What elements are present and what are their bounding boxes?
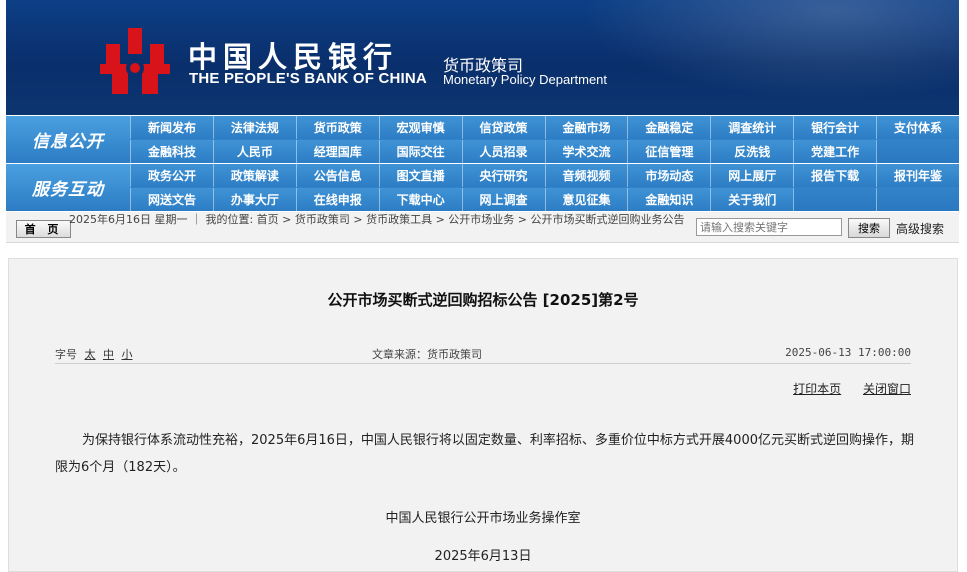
nav-item[interactable]: 意见征集: [544, 188, 628, 211]
pboc-emblem-icon: [100, 28, 170, 94]
nav-empty-cell: [876, 188, 959, 211]
article-title: 公开市场买断式逆回购招标公告 [2025]第2号: [327, 291, 639, 309]
nav-item[interactable]: 办事大厅: [212, 188, 296, 211]
font-size-controls: 字号 太 中 小: [55, 346, 133, 362]
nav-item[interactable]: 宏观审慎: [378, 116, 462, 139]
nav-item[interactable]: 货币政策: [295, 116, 379, 139]
nav-item[interactable]: 网上调查: [461, 188, 545, 211]
nav-item[interactable]: 反洗钱: [710, 140, 794, 163]
nav-item[interactable]: 政策解读: [212, 164, 296, 187]
nav-item[interactable]: 音频视频: [544, 164, 628, 187]
breadcrumb-bar: 首 页 2025年6月16日 星期一 ｜ 我的位置: 首页 > 货币政策司 > …: [6, 212, 959, 243]
nav-item[interactable]: 市场动态: [627, 164, 711, 187]
breadcrumb[interactable]: 2025年6月16日 星期一 ｜ 我的位置: 首页 > 货币政策司 > 货币政策…: [69, 213, 694, 227]
nav-item[interactable]: 公告信息: [295, 164, 379, 187]
nav-item[interactable]: 支付体系: [876, 116, 959, 139]
article-signature: 中国人民银行公开市场业务操作室: [385, 511, 581, 526]
nav-item[interactable]: 新闻发布: [130, 116, 213, 139]
article-tools: 打印本页 关闭窗口: [775, 380, 911, 397]
close-window-link[interactable]: 关闭窗口: [863, 382, 911, 396]
nav-item[interactable]: 下载中心: [378, 188, 462, 211]
nav-item[interactable]: 图文直播: [378, 164, 462, 187]
nav-item[interactable]: 报刊年鉴: [876, 164, 959, 187]
nav-item[interactable]: 人民币: [212, 140, 296, 163]
nav-item[interactable]: 央行研究: [461, 164, 545, 187]
font-size-medium-link[interactable]: 中: [103, 348, 114, 361]
nav-empty-cell: [793, 188, 876, 211]
nav-grid: 政务公开 政策解读 公告信息 图文直播 央行研究 音频视频 市场动态 网上展厅 报告下载 报刊年鉴…: [130, 164, 959, 211]
nav-section-label: 信息公开: [6, 116, 130, 163]
nav-item[interactable]: 法律法规: [212, 116, 296, 139]
bank-title-en: THE PEOPLE'S BANK OF CHINA: [189, 70, 427, 87]
nav-item[interactable]: 金融市场: [544, 116, 628, 139]
nav-item[interactable]: 信贷政策: [461, 116, 545, 139]
nav-service-interaction: 服务互动 政务公开 政策解读 公告信息 图文直播 央行研究 音频视频 市场动态 网上展厅 报告下…: [6, 164, 959, 211]
font-size-large-link[interactable]: 太: [85, 348, 96, 361]
home-button[interactable]: 首 页: [16, 220, 71, 238]
nav-section-label: 服务互动: [6, 164, 130, 211]
article-body: 为保持银行体系流动性充裕，2025年6月16日，中国人民银行将以固定数量、利率招…: [55, 433, 914, 475]
nav-item[interactable]: 报告下载: [793, 164, 877, 187]
article-meta: 字号 太 中 小 文章来源：货币政策司 2025-06-13 17:00:00: [55, 339, 911, 364]
nav-item[interactable]: 征信管理: [627, 140, 711, 163]
nav-item[interactable]: 在线申报: [295, 188, 379, 211]
header-banner: 中国人民银行 THE PEOPLE'S BANK OF CHINA 货币政策司 …: [6, 0, 959, 115]
advanced-search-link[interactable]: 高级搜索: [896, 220, 944, 237]
nav-item[interactable]: 党建工作: [793, 140, 877, 163]
nav-info-disclosure: 信息公开 新闻发布 法律法规 货币政策 宏观审慎 信贷政策 金融市场 金融稳定 调查统计 银行会…: [6, 116, 959, 163]
nav-item[interactable]: 网送文告: [130, 188, 213, 211]
nav-empty-cell: [876, 140, 959, 163]
nav-item[interactable]: 网上展厅: [710, 164, 794, 187]
nav-item[interactable]: 学术交流: [544, 140, 628, 163]
article-content: 公开市场买断式逆回购招标公告 [2025]第2号 字号 太 中 小 文章来源：货…: [8, 258, 958, 572]
article-date: 2025年6月13日: [434, 549, 532, 564]
print-page-link[interactable]: 打印本页: [793, 382, 841, 396]
nav-item[interactable]: 人员招录: [461, 140, 545, 163]
dept-title-en: Monetary Policy Department: [443, 72, 608, 87]
font-size-small-link[interactable]: 小: [122, 348, 133, 361]
nav-item[interactable]: 金融知识: [627, 188, 711, 211]
nav-item[interactable]: 经理国库: [295, 140, 379, 163]
article-source: 文章来源：货币政策司: [372, 348, 482, 361]
nav-grid: 新闻发布 法律法规 货币政策 宏观审慎 信贷政策 金融市场 金融稳定 调查统计 银行会计 支付体系…: [130, 116, 959, 163]
search-button[interactable]: 搜索: [848, 218, 890, 238]
nav-item[interactable]: 国际交往: [378, 140, 462, 163]
nav-item[interactable]: 金融稳定: [627, 116, 711, 139]
nav-item[interactable]: 调查统计: [710, 116, 794, 139]
nav-item[interactable]: 金融科技: [130, 140, 213, 163]
nav-item[interactable]: 关于我们: [710, 188, 794, 211]
search-input[interactable]: [696, 218, 842, 236]
font-size-label: 字号: [55, 348, 77, 361]
nav-item[interactable]: 政务公开: [130, 164, 213, 187]
nav-item[interactable]: 银行会计: [793, 116, 877, 139]
article-datetime: 2025-06-13 17:00:00: [785, 346, 911, 359]
